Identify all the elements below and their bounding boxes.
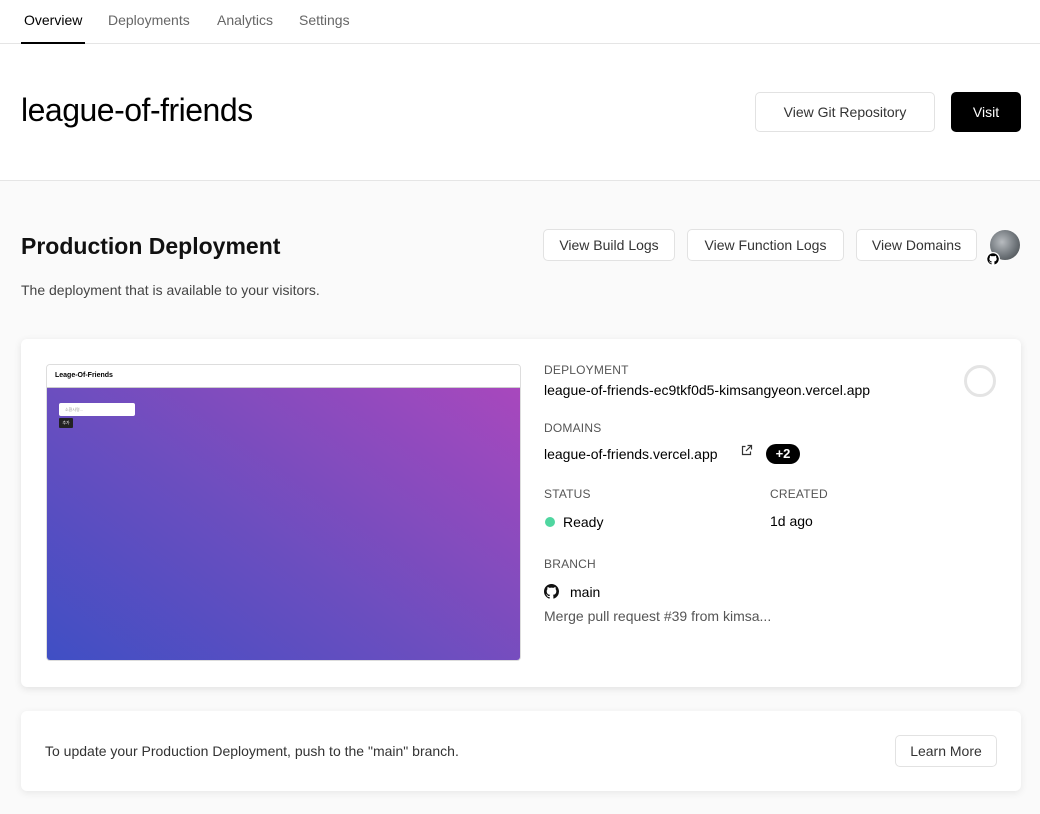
branch-link[interactable]: main bbox=[570, 584, 600, 600]
preview-add-button: 추가 bbox=[59, 418, 73, 428]
domain-link[interactable]: league-of-friends.vercel.app bbox=[544, 446, 718, 462]
view-function-logs-button[interactable]: View Function Logs bbox=[687, 229, 844, 261]
view-build-logs-button[interactable]: View Build Logs bbox=[543, 229, 675, 261]
loading-spinner-icon bbox=[964, 365, 996, 397]
deployment-label: DEPLOYMENT bbox=[544, 363, 629, 377]
github-icon bbox=[544, 584, 559, 599]
deployment-card: Leage-Of-Friends 소환사명... 추가 DEPLOYMENT l… bbox=[21, 339, 1021, 687]
created-value: 1d ago bbox=[770, 513, 813, 529]
top-nav: Overview Deployments Analytics Settings bbox=[0, 0, 1040, 44]
visit-button[interactable]: Visit bbox=[951, 92, 1021, 132]
tab-deployments[interactable]: Deployments bbox=[108, 0, 190, 44]
status-label: STATUS bbox=[544, 487, 591, 501]
branch-label: BRANCH bbox=[544, 557, 596, 571]
view-git-repository-button[interactable]: View Git Repository bbox=[755, 92, 935, 132]
domains-label: DOMAINS bbox=[544, 421, 602, 435]
deployment-url-link[interactable]: league-of-friends-ec9tkf0d5-kimsangyeon.… bbox=[544, 382, 870, 398]
commit-message-link[interactable]: Merge pull request #39 from kimsa... bbox=[544, 608, 771, 624]
section-subtitle: The deployment that is available to your… bbox=[21, 282, 320, 298]
deployment-preview[interactable]: Leage-Of-Friends 소환사명... 추가 bbox=[46, 364, 521, 661]
preview-brand: Leage-Of-Friends bbox=[55, 372, 113, 379]
external-link-icon[interactable] bbox=[740, 444, 753, 457]
created-label: CREATED bbox=[770, 487, 828, 501]
tab-settings[interactable]: Settings bbox=[299, 0, 350, 44]
learn-more-button[interactable]: Learn More bbox=[895, 735, 997, 767]
project-header: league-of-friends View Git Repository Vi… bbox=[0, 44, 1040, 181]
info-banner: To update your Production Deployment, pu… bbox=[21, 711, 1021, 791]
view-domains-button[interactable]: View Domains bbox=[856, 229, 977, 261]
tab-overview[interactable]: Overview bbox=[20, 0, 86, 44]
banner-text: To update your Production Deployment, pu… bbox=[45, 743, 459, 759]
preview-body: 소환사명... 추가 bbox=[47, 388, 520, 660]
github-badge-icon bbox=[986, 252, 1000, 266]
section-title: Production Deployment bbox=[21, 233, 281, 259]
status-indicator bbox=[545, 517, 555, 527]
extra-domains-badge[interactable]: +2 bbox=[766, 444, 800, 464]
project-title: league-of-friends bbox=[21, 92, 253, 128]
status-value: Ready bbox=[563, 514, 604, 530]
tab-analytics[interactable]: Analytics bbox=[217, 0, 273, 44]
preview-navbar: Leage-Of-Friends bbox=[47, 365, 520, 388]
preview-search-input: 소환사명... bbox=[59, 403, 135, 416]
